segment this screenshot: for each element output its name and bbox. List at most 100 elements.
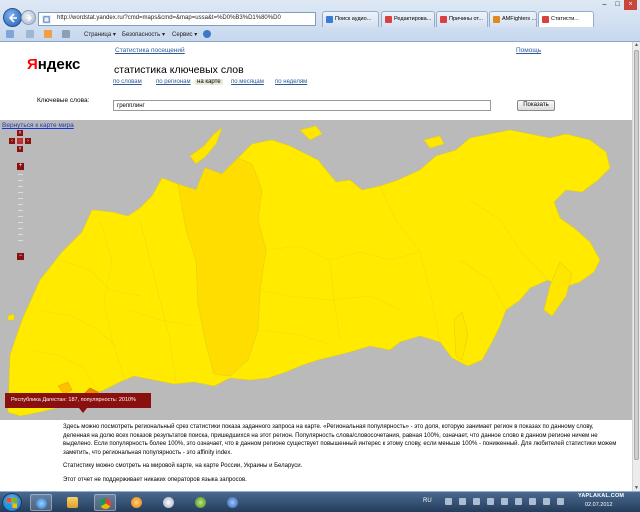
zoom-tick[interactable] xyxy=(18,210,23,211)
zoom-tick[interactable] xyxy=(18,216,23,217)
pan-control: ˄ ‹ · › ˅ xyxy=(9,130,31,156)
tray-icon[interactable] xyxy=(501,498,508,505)
pan-center-button[interactable]: · xyxy=(17,138,23,144)
page-content: Яндекс Статистика посещений Помощь стати… xyxy=(0,42,632,491)
safety-menu[interactable]: Безопасность ▾ xyxy=(122,31,165,38)
russia-map[interactable] xyxy=(0,120,632,420)
tray-icon[interactable] xyxy=(473,498,480,505)
pan-left-button[interactable]: ‹ xyxy=(9,138,15,144)
taskbar-app-5[interactable] xyxy=(158,494,180,511)
region-landmass xyxy=(7,129,611,417)
taskbar-app-7[interactable] xyxy=(222,494,244,511)
tab-favicon-icon xyxy=(542,16,549,23)
tray-icon[interactable] xyxy=(459,498,466,505)
home-icon[interactable] xyxy=(26,30,34,38)
browser-tab-3[interactable]: Причины от... xyxy=(436,11,488,27)
region-tooltip: Республика Дагестан: 187, популярность: … xyxy=(5,393,151,408)
tab-label: Статисти... xyxy=(551,16,579,22)
favorites-icon[interactable] xyxy=(6,30,14,38)
zoom-tick[interactable] xyxy=(18,204,23,205)
close-button[interactable]: × xyxy=(624,0,637,10)
help-link[interactable]: Помощь xyxy=(516,47,541,54)
taskbar-ie-app[interactable] xyxy=(30,494,52,511)
tab-label: Причины от... xyxy=(449,16,483,22)
volume-icon[interactable] xyxy=(557,498,564,505)
address-bar[interactable]: http://wordstat.yandex.ru/?cmd=maps&cmd=… xyxy=(38,12,316,26)
tab-on-map[interactable]: на карте xyxy=(195,79,223,85)
zoom-tick[interactable] xyxy=(18,222,23,223)
page-menu[interactable]: Страница ▾ xyxy=(84,31,116,38)
tab-by-words[interactable]: по словам xyxy=(113,79,142,85)
taskbar-media-app[interactable] xyxy=(126,494,148,511)
scroll-up-arrow-icon[interactable]: ▲ xyxy=(634,42,639,48)
yandex-logo[interactable]: Яндекс xyxy=(27,56,80,73)
zoom-tick[interactable] xyxy=(18,174,23,175)
tray-icon[interactable] xyxy=(543,498,550,505)
minimize-button[interactable]: – xyxy=(598,0,611,10)
app-icon xyxy=(195,497,206,508)
zoom-tick[interactable] xyxy=(18,192,23,193)
zoom-tick[interactable] xyxy=(18,234,23,235)
description-paragraph: Этот отчет не поддерживает никаких опера… xyxy=(63,476,247,483)
forward-button[interactable] xyxy=(21,10,36,25)
media-player-icon xyxy=(131,497,142,508)
maximize-button[interactable]: □ xyxy=(611,0,624,10)
zoom-tick[interactable] xyxy=(18,240,23,241)
arrow-left-icon xyxy=(8,13,17,23)
taskbar: RU YAPLAKAL.COM 02.07.2012 xyxy=(0,491,640,512)
russia-map-regions[interactable] xyxy=(0,120,632,420)
taskbar-chrome-app[interactable] xyxy=(94,494,116,511)
region-new-siberian-islands xyxy=(423,135,445,149)
print-icon[interactable] xyxy=(62,30,70,38)
vertical-scrollbar[interactable]: ▲ ▼ xyxy=(632,42,640,491)
tab-label: AMFighters ... xyxy=(502,16,537,22)
keywords-input[interactable] xyxy=(113,100,491,111)
help-icon[interactable] xyxy=(203,30,211,38)
tab-by-months[interactable]: по месяцам xyxy=(231,79,264,85)
browser-tab-2[interactable]: Редактирова... xyxy=(381,11,435,27)
taskbar-explorer-app[interactable] xyxy=(62,494,84,511)
tab-favicon-icon xyxy=(440,16,447,23)
watermark: YAPLAKAL.COM xyxy=(578,493,625,499)
app-icon xyxy=(227,497,238,508)
clock-date[interactable]: 02.07.2012 xyxy=(585,502,613,508)
zoom-tick[interactable] xyxy=(18,228,23,229)
description: Здесь можно посмотреть региональный срез… xyxy=(63,423,618,489)
back-button[interactable] xyxy=(3,8,22,27)
start-button[interactable] xyxy=(2,493,22,512)
description-paragraph: Здесь можно посмотреть региональный срез… xyxy=(63,424,617,456)
tab-by-regions[interactable]: по регионам xyxy=(156,79,191,85)
app-icon xyxy=(163,497,174,508)
browser-tab-1[interactable]: Поиск аудио... xyxy=(322,11,379,27)
taskbar-app-6[interactable] xyxy=(190,494,212,511)
tab-by-weeks[interactable]: по неделям xyxy=(275,79,307,85)
browser-tab-4[interactable]: AMFighters ... xyxy=(489,11,537,27)
internet-explorer-icon xyxy=(36,498,47,509)
pan-down-button[interactable]: ˅ xyxy=(17,146,23,152)
browser-tab-active[interactable]: Статисти... xyxy=(538,11,594,27)
zoom-tick[interactable] xyxy=(18,198,23,199)
feeds-icon[interactable] xyxy=(44,30,52,38)
tab-label: Поиск аудио... xyxy=(335,16,372,22)
tray-icon[interactable] xyxy=(445,498,452,505)
page-favicon-icon xyxy=(42,15,51,24)
zoom-in-button[interactable]: + xyxy=(17,163,24,170)
pan-right-button[interactable]: › xyxy=(25,138,31,144)
tray-icon[interactable] xyxy=(515,498,522,505)
windows-logo-icon xyxy=(7,498,17,508)
zoom-out-button[interactable]: − xyxy=(17,253,24,260)
language-indicator[interactable]: RU xyxy=(423,498,432,504)
zoom-tick[interactable] xyxy=(18,186,23,187)
pan-up-button[interactable]: ˄ xyxy=(17,130,23,136)
scrollbar-thumb[interactable] xyxy=(634,50,639,460)
tools-menu[interactable]: Сервис ▾ xyxy=(172,31,197,38)
screen: http://wordstat.yandex.ru/?cmd=maps&cmd=… xyxy=(0,0,640,512)
back-to-world-map-link[interactable]: Вернуться к карте мира xyxy=(2,122,74,129)
logo-letter: Я xyxy=(27,56,38,73)
tray-icon[interactable] xyxy=(529,498,536,505)
tab-favicon-icon xyxy=(385,16,392,23)
tray-icon[interactable] xyxy=(487,498,494,505)
zoom-tick[interactable] xyxy=(18,180,23,181)
visit-stats-link[interactable]: Статистика посещений xyxy=(115,47,185,54)
show-button[interactable]: Показать xyxy=(517,100,555,111)
